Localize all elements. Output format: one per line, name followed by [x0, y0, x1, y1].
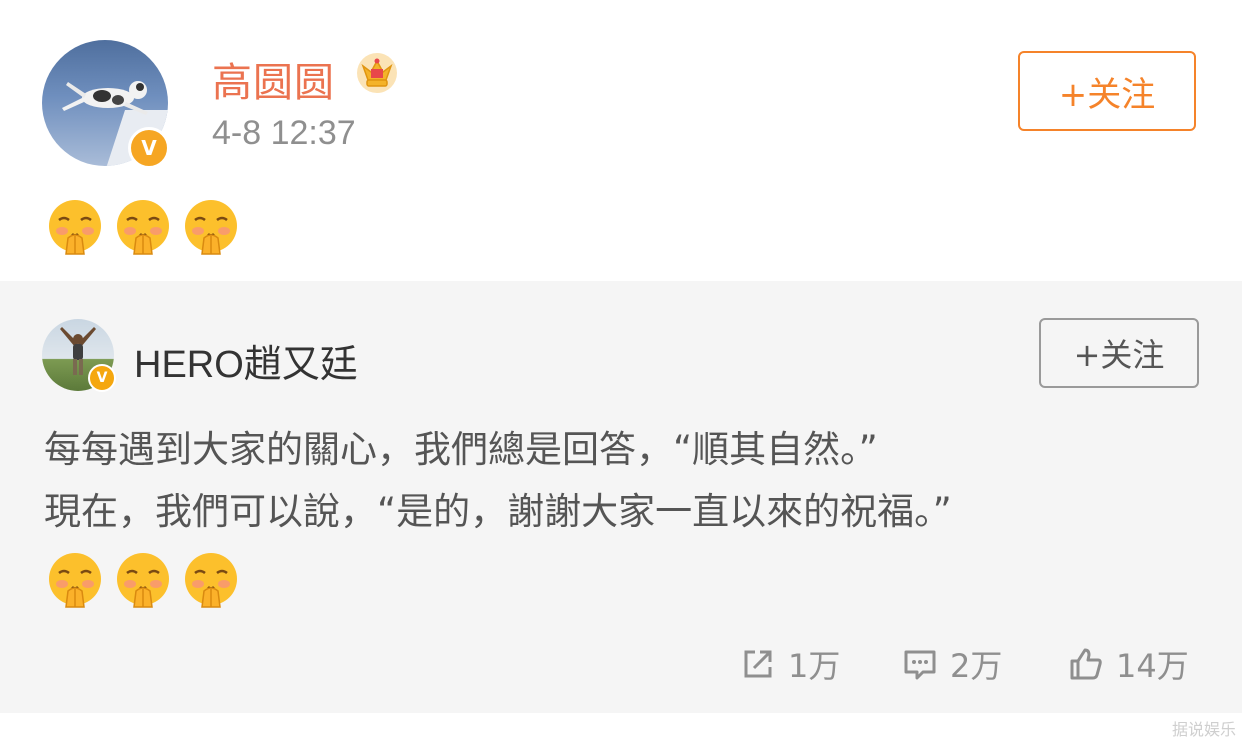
- post-timestamp: 4-8 12:37: [212, 114, 356, 152]
- repost-count: 1万: [788, 647, 841, 685]
- watermark: 据说娱乐: [1171, 720, 1236, 739]
- reposted-card[interactable]: V HERO趙又廷 +关注 每每遇到大家的關心，我們總是回答，“順其自然。” 現在…: [0, 281, 1242, 713]
- repost-emoji-row: [46, 551, 240, 609]
- blushing-pray-emoji-icon: [182, 551, 240, 609]
- repost-text-line: 每每遇到大家的關心，我們總是回答，“順其自然。”: [44, 428, 878, 471]
- blushing-pray-emoji-icon: [114, 551, 172, 609]
- follow-button[interactable]: +关注: [1018, 51, 1196, 131]
- username[interactable]: 高圆圆: [212, 50, 335, 108]
- repost-follow-button[interactable]: +关注: [1039, 318, 1199, 388]
- repost-button[interactable]: 1万: [740, 641, 840, 687]
- verified-mark: V: [141, 136, 157, 160]
- repost-body: 每每遇到大家的關心，我們總是回答，“順其自然。” 現在，我們可以說，“是的，謝謝大…: [44, 419, 1204, 543]
- crown-icon: [357, 53, 397, 93]
- blushing-pray-emoji-icon: [114, 198, 172, 256]
- repost-username[interactable]: HERO趙又廷: [134, 333, 358, 388]
- post-emoji-row: [46, 198, 240, 256]
- verified-badge-icon: V: [88, 364, 116, 392]
- blushing-pray-emoji-icon: [46, 551, 104, 609]
- like-count: 14万: [1116, 647, 1189, 685]
- like-button[interactable]: 14万: [1068, 641, 1189, 687]
- thumbs-up-icon: [1070, 648, 1102, 680]
- comment-count: 2万: [950, 647, 1003, 685]
- cat-photo: [62, 81, 148, 115]
- original-post: V 高圆圆 4-8 12:37 +关注: [0, 0, 1242, 280]
- verified-badge-icon: V: [128, 127, 170, 169]
- share-icon: [744, 650, 772, 678]
- blushing-pray-emoji-icon: [182, 198, 240, 256]
- comment-button[interactable]: 2万: [902, 641, 1002, 687]
- blushing-pray-emoji-icon: [46, 198, 104, 256]
- verified-mark: V: [96, 370, 108, 386]
- comment-icon: [904, 650, 936, 680]
- repost-text-line: 現在，我們可以說，“是的，謝謝大家一直以來的祝福。”: [44, 490, 952, 533]
